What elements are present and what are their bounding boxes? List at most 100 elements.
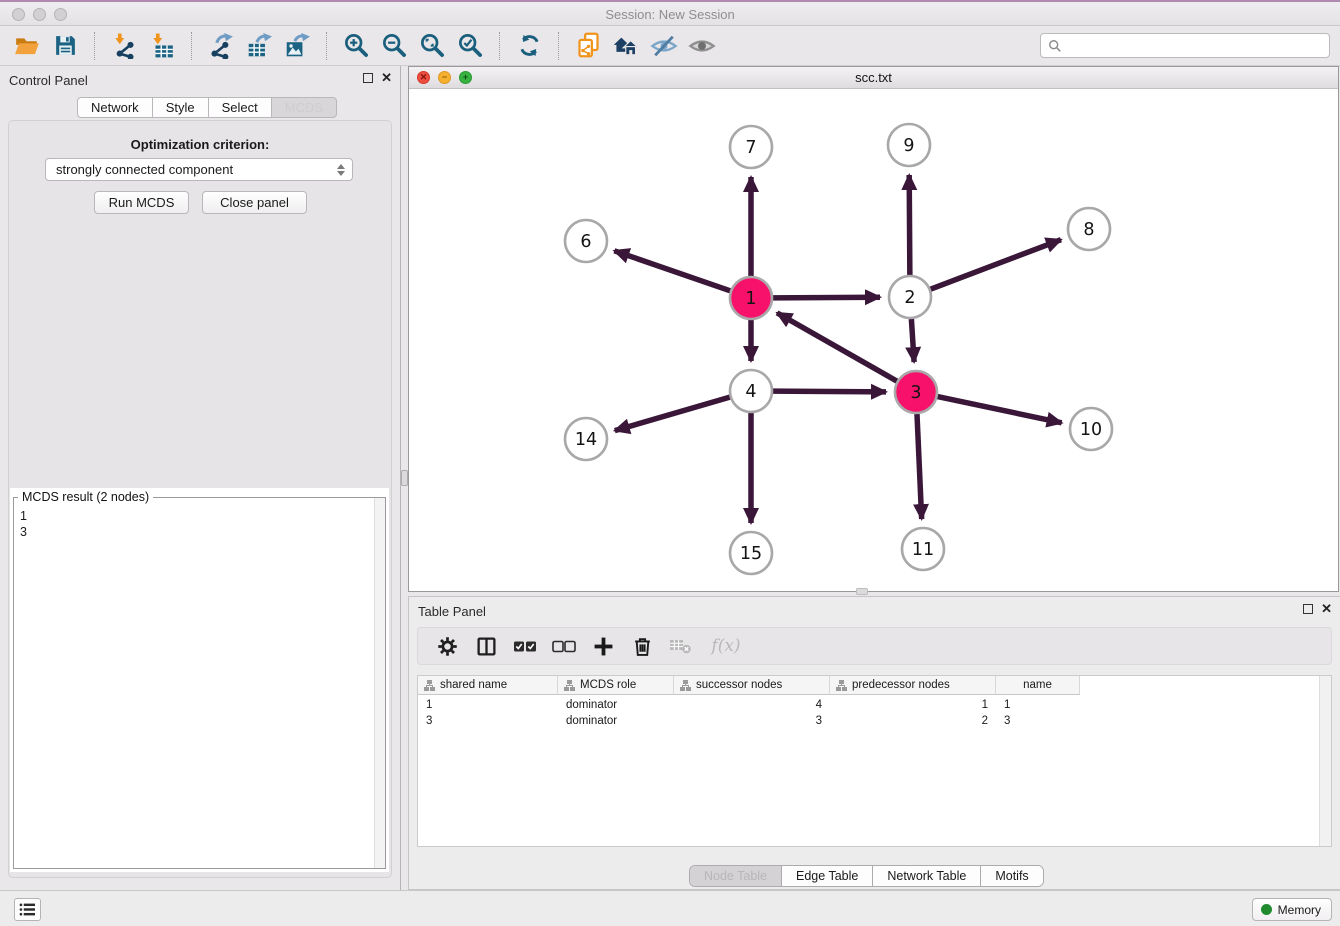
table-row[interactable]: 1 dominator 4 1 1 (418, 697, 1080, 713)
column-header-successor-nodes[interactable]: successor nodes (674, 676, 830, 695)
graph-edge-3-10[interactable] (938, 397, 1062, 423)
hide-neighbors-button[interactable] (645, 30, 683, 62)
search-icon (1048, 39, 1062, 53)
tab-network-table[interactable]: Network Table (873, 866, 981, 886)
tab-mcds[interactable]: MCDS (271, 97, 337, 118)
export-image-button[interactable] (278, 30, 316, 62)
task-history-button[interactable] (14, 898, 41, 921)
result-line: 1 (20, 508, 368, 524)
memory-label: Memory (1278, 903, 1321, 917)
column-header-predecessor-nodes[interactable]: predecessor nodes (830, 676, 996, 695)
tab-motifs[interactable]: Motifs (981, 866, 1042, 886)
run-mcds-button[interactable]: Run MCDS (94, 191, 189, 214)
sort-hierarchy-icon (680, 680, 691, 691)
cell-shared-name[interactable]: 1 (418, 697, 558, 713)
cell-successor-nodes[interactable]: 3 (674, 713, 830, 729)
unselect-all-button[interactable] (549, 632, 579, 660)
cell-name[interactable]: 1 (996, 697, 1080, 713)
close-panel-button[interactable]: Close panel (202, 191, 307, 214)
graph-edge-1-2[interactable] (773, 297, 880, 298)
select-all-button[interactable] (510, 632, 540, 660)
zoom-in-button[interactable] (337, 30, 375, 62)
graph-node-label-10: 10 (1080, 420, 1102, 440)
export-table-button[interactable] (240, 30, 278, 62)
add-column-button[interactable] (588, 632, 618, 660)
result-scrollbar[interactable] (374, 498, 385, 868)
graph-edge-2-3[interactable] (911, 319, 914, 362)
mcds-result-box: MCDS result (2 nodes) 1 3 (10, 488, 389, 872)
table-panel-title: Table Panel (418, 604, 486, 619)
zoom-out-button[interactable] (375, 30, 413, 62)
column-settings-button[interactable] (432, 632, 462, 660)
float-table-panel-icon[interactable] (1303, 604, 1313, 614)
function-builder-button[interactable]: f(x) (705, 632, 747, 660)
tab-node-table[interactable]: Node Table (690, 866, 782, 886)
graph-edge-3-1[interactable] (777, 313, 897, 381)
search-box[interactable] (1040, 33, 1330, 58)
memory-button[interactable]: Memory (1252, 898, 1332, 921)
graph-edge-1-6[interactable] (614, 251, 730, 291)
float-panel-icon[interactable] (363, 73, 373, 83)
window-titlebar: Session: New Session (0, 0, 1340, 26)
export-image-icon (284, 33, 310, 59)
close-table-panel-icon[interactable]: ✕ (1321, 604, 1332, 614)
tab-style[interactable]: Style (152, 97, 209, 118)
cell-mcds-role[interactable]: dominator (558, 713, 674, 729)
import-table-button[interactable] (143, 30, 181, 62)
tab-edge-table[interactable]: Edge Table (782, 866, 873, 886)
home-network-button[interactable] (607, 30, 645, 62)
main-toolbar (0, 26, 1340, 66)
split-table-button[interactable] (471, 632, 501, 660)
table-tabs: Node Table Edge Table Network Table Moti… (689, 865, 1044, 887)
graph-edge-4-3[interactable] (773, 391, 886, 392)
network-window-titlebar[interactable]: ✕ − + scc.txt (409, 67, 1338, 89)
ndex-browse-button[interactable] (569, 30, 607, 62)
network-title: scc.txt (409, 70, 1338, 85)
splitter-grip-horizontal[interactable] (856, 588, 868, 595)
graph-edge-3-11[interactable] (917, 414, 922, 519)
import-network-button[interactable] (105, 30, 143, 62)
refresh-icon (516, 32, 543, 59)
close-panel-icon[interactable]: ✕ (381, 73, 392, 83)
cell-successor-nodes[interactable]: 4 (674, 697, 830, 713)
cell-shared-name[interactable]: 3 (418, 713, 558, 729)
toolbar-separator (191, 32, 192, 60)
graph-edge-2-8[interactable] (931, 240, 1061, 290)
table-scrollbar[interactable] (1319, 676, 1331, 846)
gear-icon (437, 636, 458, 657)
network-graph: 7968124314101511 (409, 89, 1338, 591)
sort-hierarchy-icon (564, 680, 575, 691)
cell-mcds-role[interactable]: dominator (558, 697, 674, 713)
zoom-selected-button[interactable] (451, 30, 489, 62)
splitter-grip-vertical[interactable] (401, 470, 408, 486)
table-row[interactable]: 3 dominator 3 2 3 (418, 713, 1080, 729)
open-session-button[interactable] (8, 30, 46, 62)
eye-slash-icon (650, 32, 678, 60)
cell-predecessor-nodes[interactable]: 1 (830, 697, 996, 713)
graph-node-label-15: 15 (740, 544, 762, 564)
toolbar-separator (558, 32, 559, 60)
delete-column-button[interactable] (627, 632, 657, 660)
tab-network[interactable]: Network (77, 97, 153, 118)
graph-edge-4-14[interactable] (615, 397, 730, 430)
graph-edge-2-9[interactable] (909, 175, 910, 275)
control-panel-header: Control Panel ✕ (0, 66, 400, 94)
delete-table-button[interactable] (666, 632, 696, 660)
graph-node-label-9: 9 (903, 136, 914, 156)
refresh-view-button[interactable] (510, 30, 548, 62)
search-input[interactable] (1066, 36, 1329, 56)
save-session-button[interactable] (46, 30, 84, 62)
network-canvas[interactable]: 7968124314101511 (409, 89, 1338, 591)
column-header-mcds-role[interactable]: MCDS role (558, 676, 674, 695)
tab-select[interactable]: Select (208, 97, 272, 118)
zoom-fit-button[interactable] (413, 30, 451, 62)
cell-predecessor-nodes[interactable]: 2 (830, 713, 996, 729)
cell-name[interactable]: 3 (996, 713, 1080, 729)
checked-boxes-icon (513, 639, 537, 654)
graph-node-label-1: 1 (745, 289, 756, 309)
column-header-shared-name[interactable]: shared name (418, 676, 558, 695)
export-network-button[interactable] (202, 30, 240, 62)
criterion-dropdown[interactable]: strongly connected component (45, 158, 353, 181)
show-all-button[interactable] (683, 30, 721, 62)
column-header-name[interactable]: name (996, 676, 1080, 695)
